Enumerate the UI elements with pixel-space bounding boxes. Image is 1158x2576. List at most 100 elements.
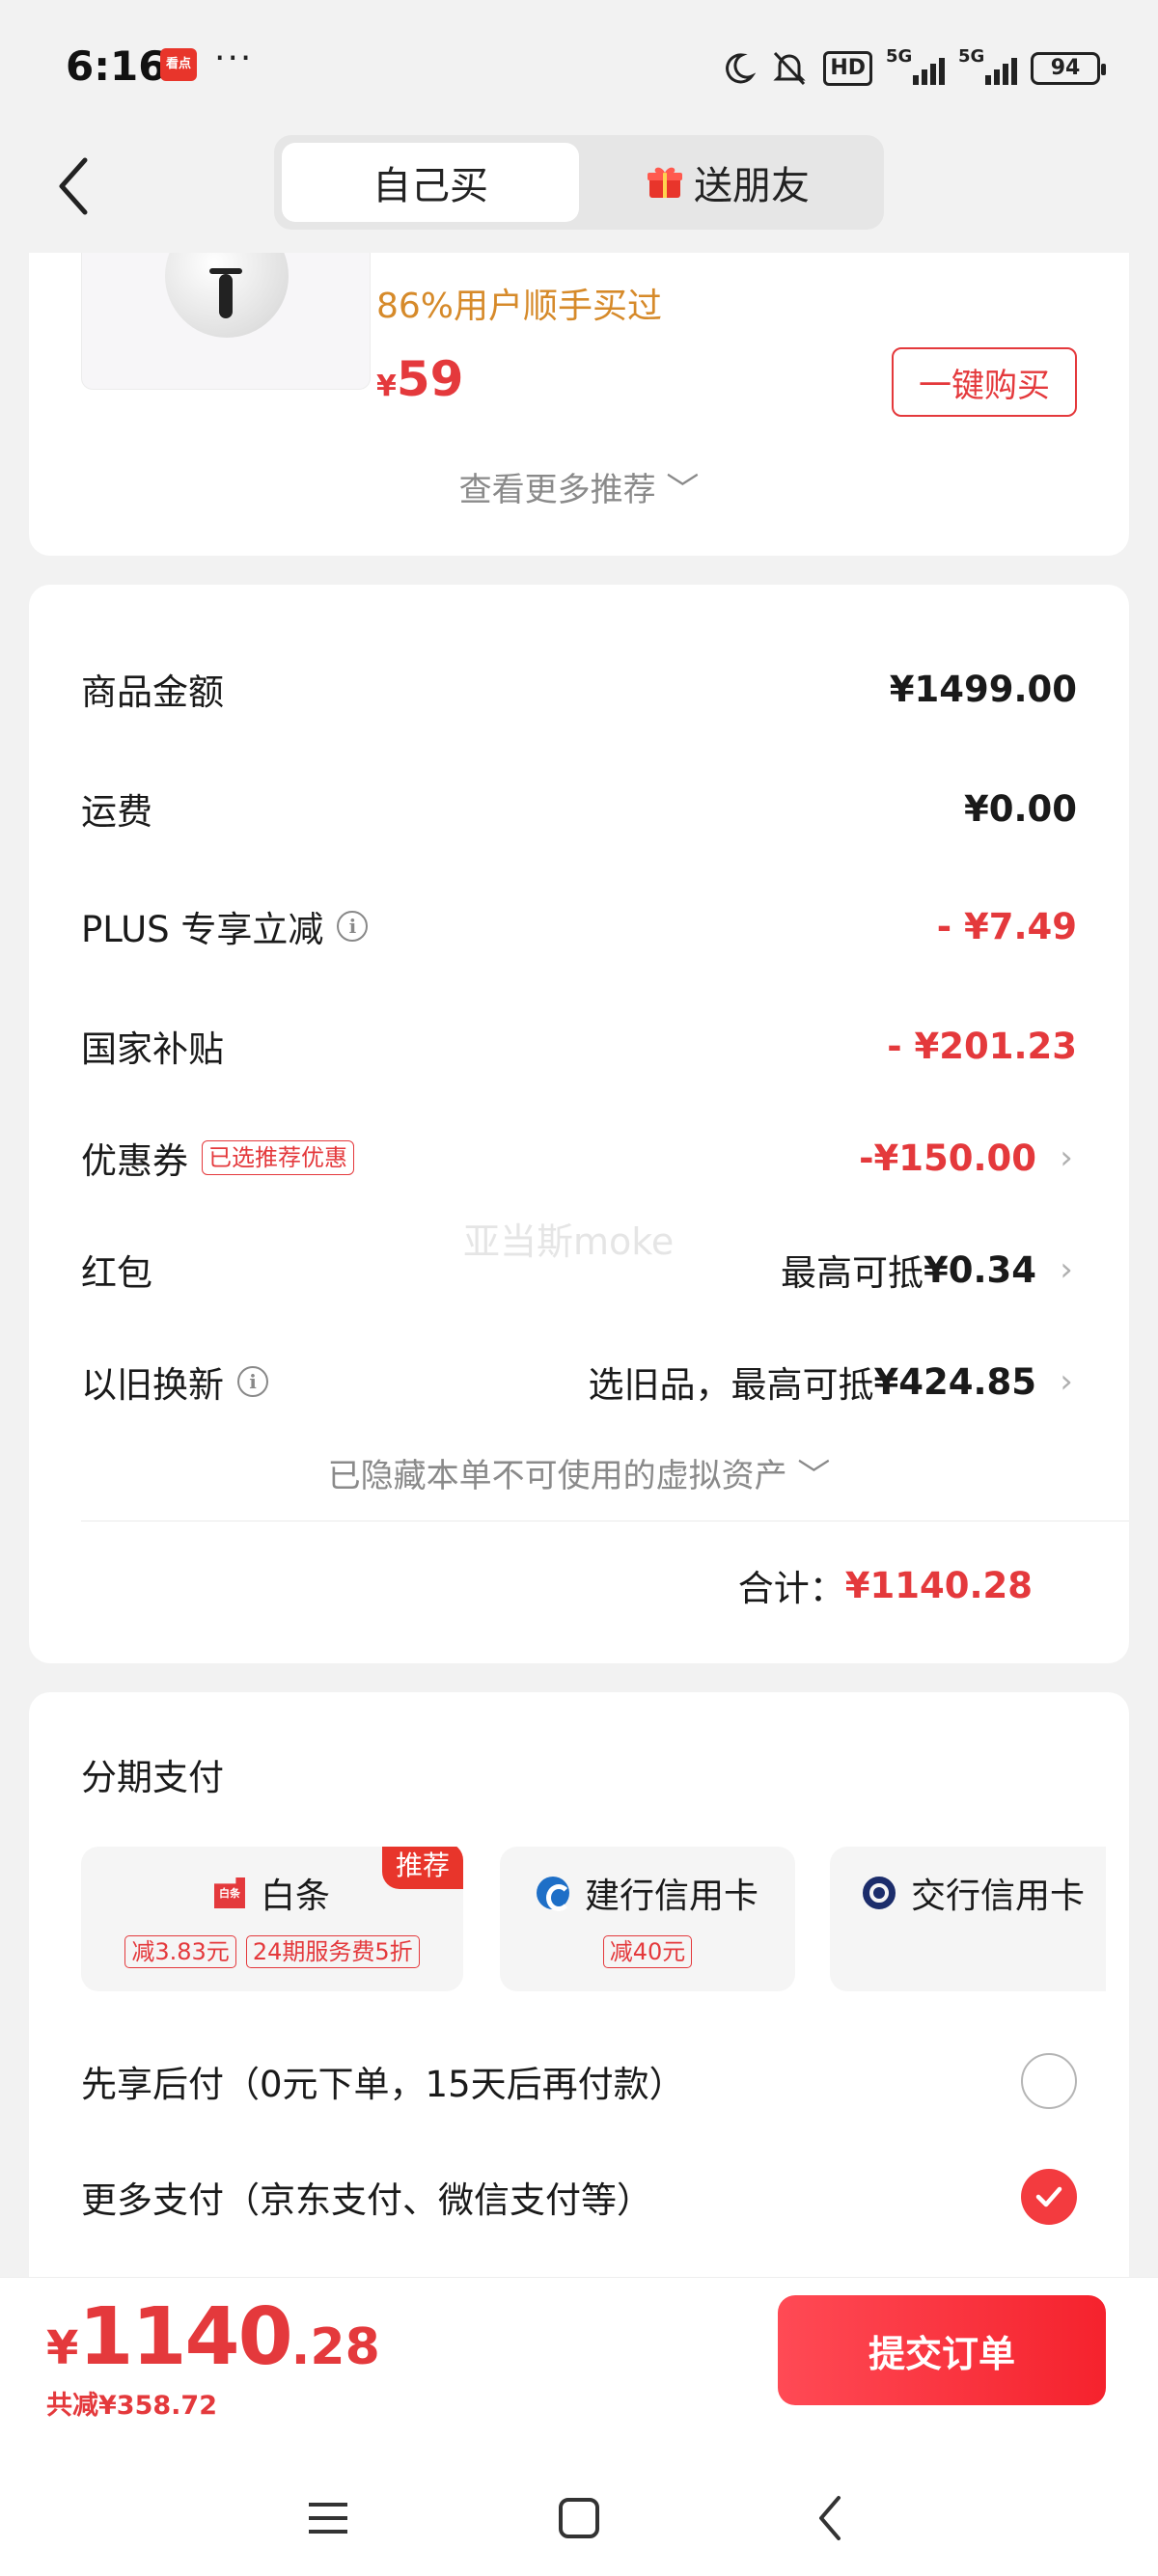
see-more-recommendations[interactable]: 查看更多推荐 ﹀ bbox=[29, 463, 1129, 510]
gift-icon bbox=[648, 167, 682, 198]
back-button[interactable] bbox=[54, 152, 112, 230]
checkmark-icon bbox=[1035, 2186, 1062, 2207]
info-icon[interactable]: i bbox=[237, 1366, 268, 1397]
row-value: ¥1499.00 bbox=[889, 668, 1077, 710]
pay-later-option[interactable]: 先享后付（0元下单，15天后再付款） bbox=[81, 2047, 1077, 2115]
option-tags: 减40元 bbox=[500, 1935, 795, 1968]
price-integer: 1140 bbox=[78, 2291, 292, 2383]
home-button[interactable] bbox=[540, 2480, 618, 2557]
option-name: 交行信用卡 bbox=[911, 1877, 1086, 1916]
row-value-wrap: 最高可抵 ¥0.34 › bbox=[781, 1244, 1077, 1296]
checkout-bar: ¥1140.28 共减¥358.72 提交订单 bbox=[0, 2277, 1158, 2441]
row-shipping: 运费 ¥0.00 bbox=[81, 780, 1077, 837]
option-head: 交行信用卡 bbox=[830, 1868, 1106, 1918]
option-name: 白条 bbox=[260, 1877, 330, 1916]
tab-buy-for-self-label: 自己买 bbox=[372, 164, 488, 208]
recommendation-tag: 86%用户顺手买过 bbox=[376, 287, 663, 326]
app-notification-icon: 看点 bbox=[160, 48, 197, 81]
submit-order-button[interactable]: 提交订单 bbox=[778, 2295, 1106, 2405]
system-back-button[interactable] bbox=[791, 2480, 868, 2557]
more-notifications-icon: ··· bbox=[214, 39, 254, 78]
tab-send-to-friend[interactable]: 送朋友 bbox=[579, 143, 876, 222]
row-value: - ¥7.49 bbox=[936, 905, 1077, 947]
final-price: ¥1140.28 bbox=[46, 2291, 380, 2383]
status-time: 6:16 bbox=[66, 42, 167, 90]
square-icon bbox=[559, 2498, 599, 2538]
signal-icon: 5G bbox=[958, 46, 1017, 85]
installment-options: 推荐 白条 白条 减3.83元 24期服务费5折 建行信用卡 减40元 交行信用… bbox=[81, 1847, 1106, 1991]
row-coupon[interactable]: 优惠券 已选推荐优惠 -¥150.00 › bbox=[81, 1129, 1077, 1187]
row-trade-in[interactable]: 以旧换新 i 选旧品，最高可抵 ¥424.85 › bbox=[81, 1353, 1077, 1411]
one-click-buy-button[interactable]: 一键购买 bbox=[892, 347, 1077, 417]
recommendation-price: ¥59 bbox=[376, 351, 463, 407]
payment-card: 分期支付 推荐 白条 白条 减3.83元 24期服务费5折 建行信用卡 减40元 bbox=[29, 1692, 1129, 2290]
mute-bell-icon bbox=[773, 51, 806, 86]
chevron-left-icon bbox=[819, 2496, 841, 2540]
row-plus-discount: PLUS 专享立减 i - ¥7.49 bbox=[81, 897, 1077, 955]
product-logo-mark bbox=[209, 268, 242, 318]
option-tags: 减3.83元 24期服务费5折 bbox=[81, 1935, 463, 1968]
row-label-wrap: PLUS 专享立减 i bbox=[81, 900, 369, 952]
ccb-icon bbox=[536, 1877, 571, 1911]
row-label-wrap: 以旧换新 i bbox=[81, 1356, 268, 1408]
installment-option-ccb[interactable]: 建行信用卡 减40元 bbox=[500, 1847, 795, 1991]
row-label: 优惠券 bbox=[81, 1140, 188, 1182]
product-thumbnail[interactable] bbox=[81, 253, 371, 390]
row-value: - ¥201.23 bbox=[887, 1025, 1077, 1067]
row-label: 红包 bbox=[81, 1252, 152, 1294]
price-detail-card: 商品金额 ¥1499.00 运费 ¥0.00 PLUS 专享立减 i - ¥7.4… bbox=[29, 585, 1129, 1663]
row-label: PLUS 专享立减 bbox=[81, 909, 324, 950]
row-value-prefix: 最高可抵 bbox=[780, 1252, 924, 1294]
hd-voice-icon: HD bbox=[823, 51, 872, 86]
total-value: ¥1140.28 bbox=[844, 1564, 1033, 1606]
row-value-wrap: 选旧品，最高可抵 ¥424.85 › bbox=[588, 1356, 1077, 1408]
installment-option-baitiao[interactable]: 推荐 白条 白条 减3.83元 24期服务费5折 bbox=[81, 1847, 463, 1991]
tab-buy-for-self[interactable]: 自己买 bbox=[282, 143, 579, 222]
discount-tag: 减3.83元 bbox=[124, 1935, 236, 1968]
price-symbol: ¥ bbox=[376, 370, 397, 403]
row-label-wrap: 优惠券 已选推荐优惠 bbox=[81, 1132, 354, 1184]
row-value-wrap: -¥150.00 › bbox=[859, 1137, 1077, 1179]
option-head: 建行信用卡 bbox=[500, 1868, 795, 1918]
status-bar: 6:16 看点 ··· HD 5G 5G 94 bbox=[0, 0, 1158, 135]
row-national-subsidy: 国家补贴 - ¥201.23 bbox=[81, 1017, 1077, 1075]
row-label: 以旧换新 bbox=[81, 1364, 224, 1406]
price-decimal: .28 bbox=[290, 2318, 380, 2376]
row-red-packet[interactable]: 红包 最高可抵 ¥0.34 › bbox=[81, 1241, 1077, 1299]
hidden-assets-toggle[interactable]: 已隐藏本单不可使用的虚拟资产 ﹀ bbox=[29, 1449, 1129, 1496]
battery-icon: 94 bbox=[1031, 52, 1106, 85]
row-value: ¥424.85 bbox=[873, 1360, 1036, 1403]
option-head: 白条 白条 bbox=[81, 1868, 463, 1918]
pay-later-label: 先享后付（0元下单，15天后再付款） bbox=[81, 2064, 685, 2105]
pay-later-radio[interactable] bbox=[1021, 2053, 1077, 2109]
recent-apps-button[interactable] bbox=[290, 2480, 367, 2557]
installment-option-bocom[interactable]: 交行信用卡 bbox=[830, 1847, 1106, 1991]
baitiao-icon: 白条 bbox=[213, 1877, 245, 1908]
more-payment-radio[interactable] bbox=[1021, 2169, 1077, 2225]
recommendation-card: 86%用户顺手买过 ¥59 一键购买 查看更多推荐 ﹀ bbox=[29, 253, 1129, 556]
chevron-right-icon: › bbox=[1060, 1362, 1073, 1401]
row-value: -¥150.00 bbox=[859, 1137, 1036, 1179]
row-value-prefix: 选旧品，最高可抵 bbox=[588, 1364, 874, 1406]
row-goods-amount: 商品金额 ¥1499.00 bbox=[81, 660, 1077, 718]
tab-send-to-friend-label: 送朋友 bbox=[694, 164, 810, 208]
menu-icon bbox=[309, 2503, 347, 2534]
chevron-right-icon: › bbox=[1060, 1250, 1073, 1289]
total-label: 合计： bbox=[737, 1568, 845, 1609]
fee-tag: 24期服务费5折 bbox=[245, 1935, 420, 1968]
more-payment-label: 更多支付（京东支付、微信支付等） bbox=[81, 2179, 652, 2221]
chevron-left-icon bbox=[59, 157, 88, 215]
purchase-mode-switch: 自己买 送朋友 bbox=[274, 135, 884, 230]
row-value: ¥0.00 bbox=[963, 787, 1077, 830]
discount-tag: 减40元 bbox=[602, 1935, 693, 1968]
price-value: 59 bbox=[396, 351, 464, 407]
info-icon[interactable]: i bbox=[337, 911, 369, 942]
bocom-icon bbox=[863, 1877, 896, 1909]
signal-icon: 5G bbox=[886, 46, 945, 85]
more-payment-option[interactable]: 更多支付（京东支付、微信支付等） bbox=[81, 2163, 1077, 2231]
row-label: 运费 bbox=[81, 791, 152, 833]
row-label: 国家补贴 bbox=[81, 1028, 224, 1070]
row-value: ¥0.34 bbox=[923, 1248, 1036, 1291]
option-name: 建行信用卡 bbox=[584, 1877, 758, 1916]
system-nav-bar bbox=[0, 2441, 1158, 2576]
